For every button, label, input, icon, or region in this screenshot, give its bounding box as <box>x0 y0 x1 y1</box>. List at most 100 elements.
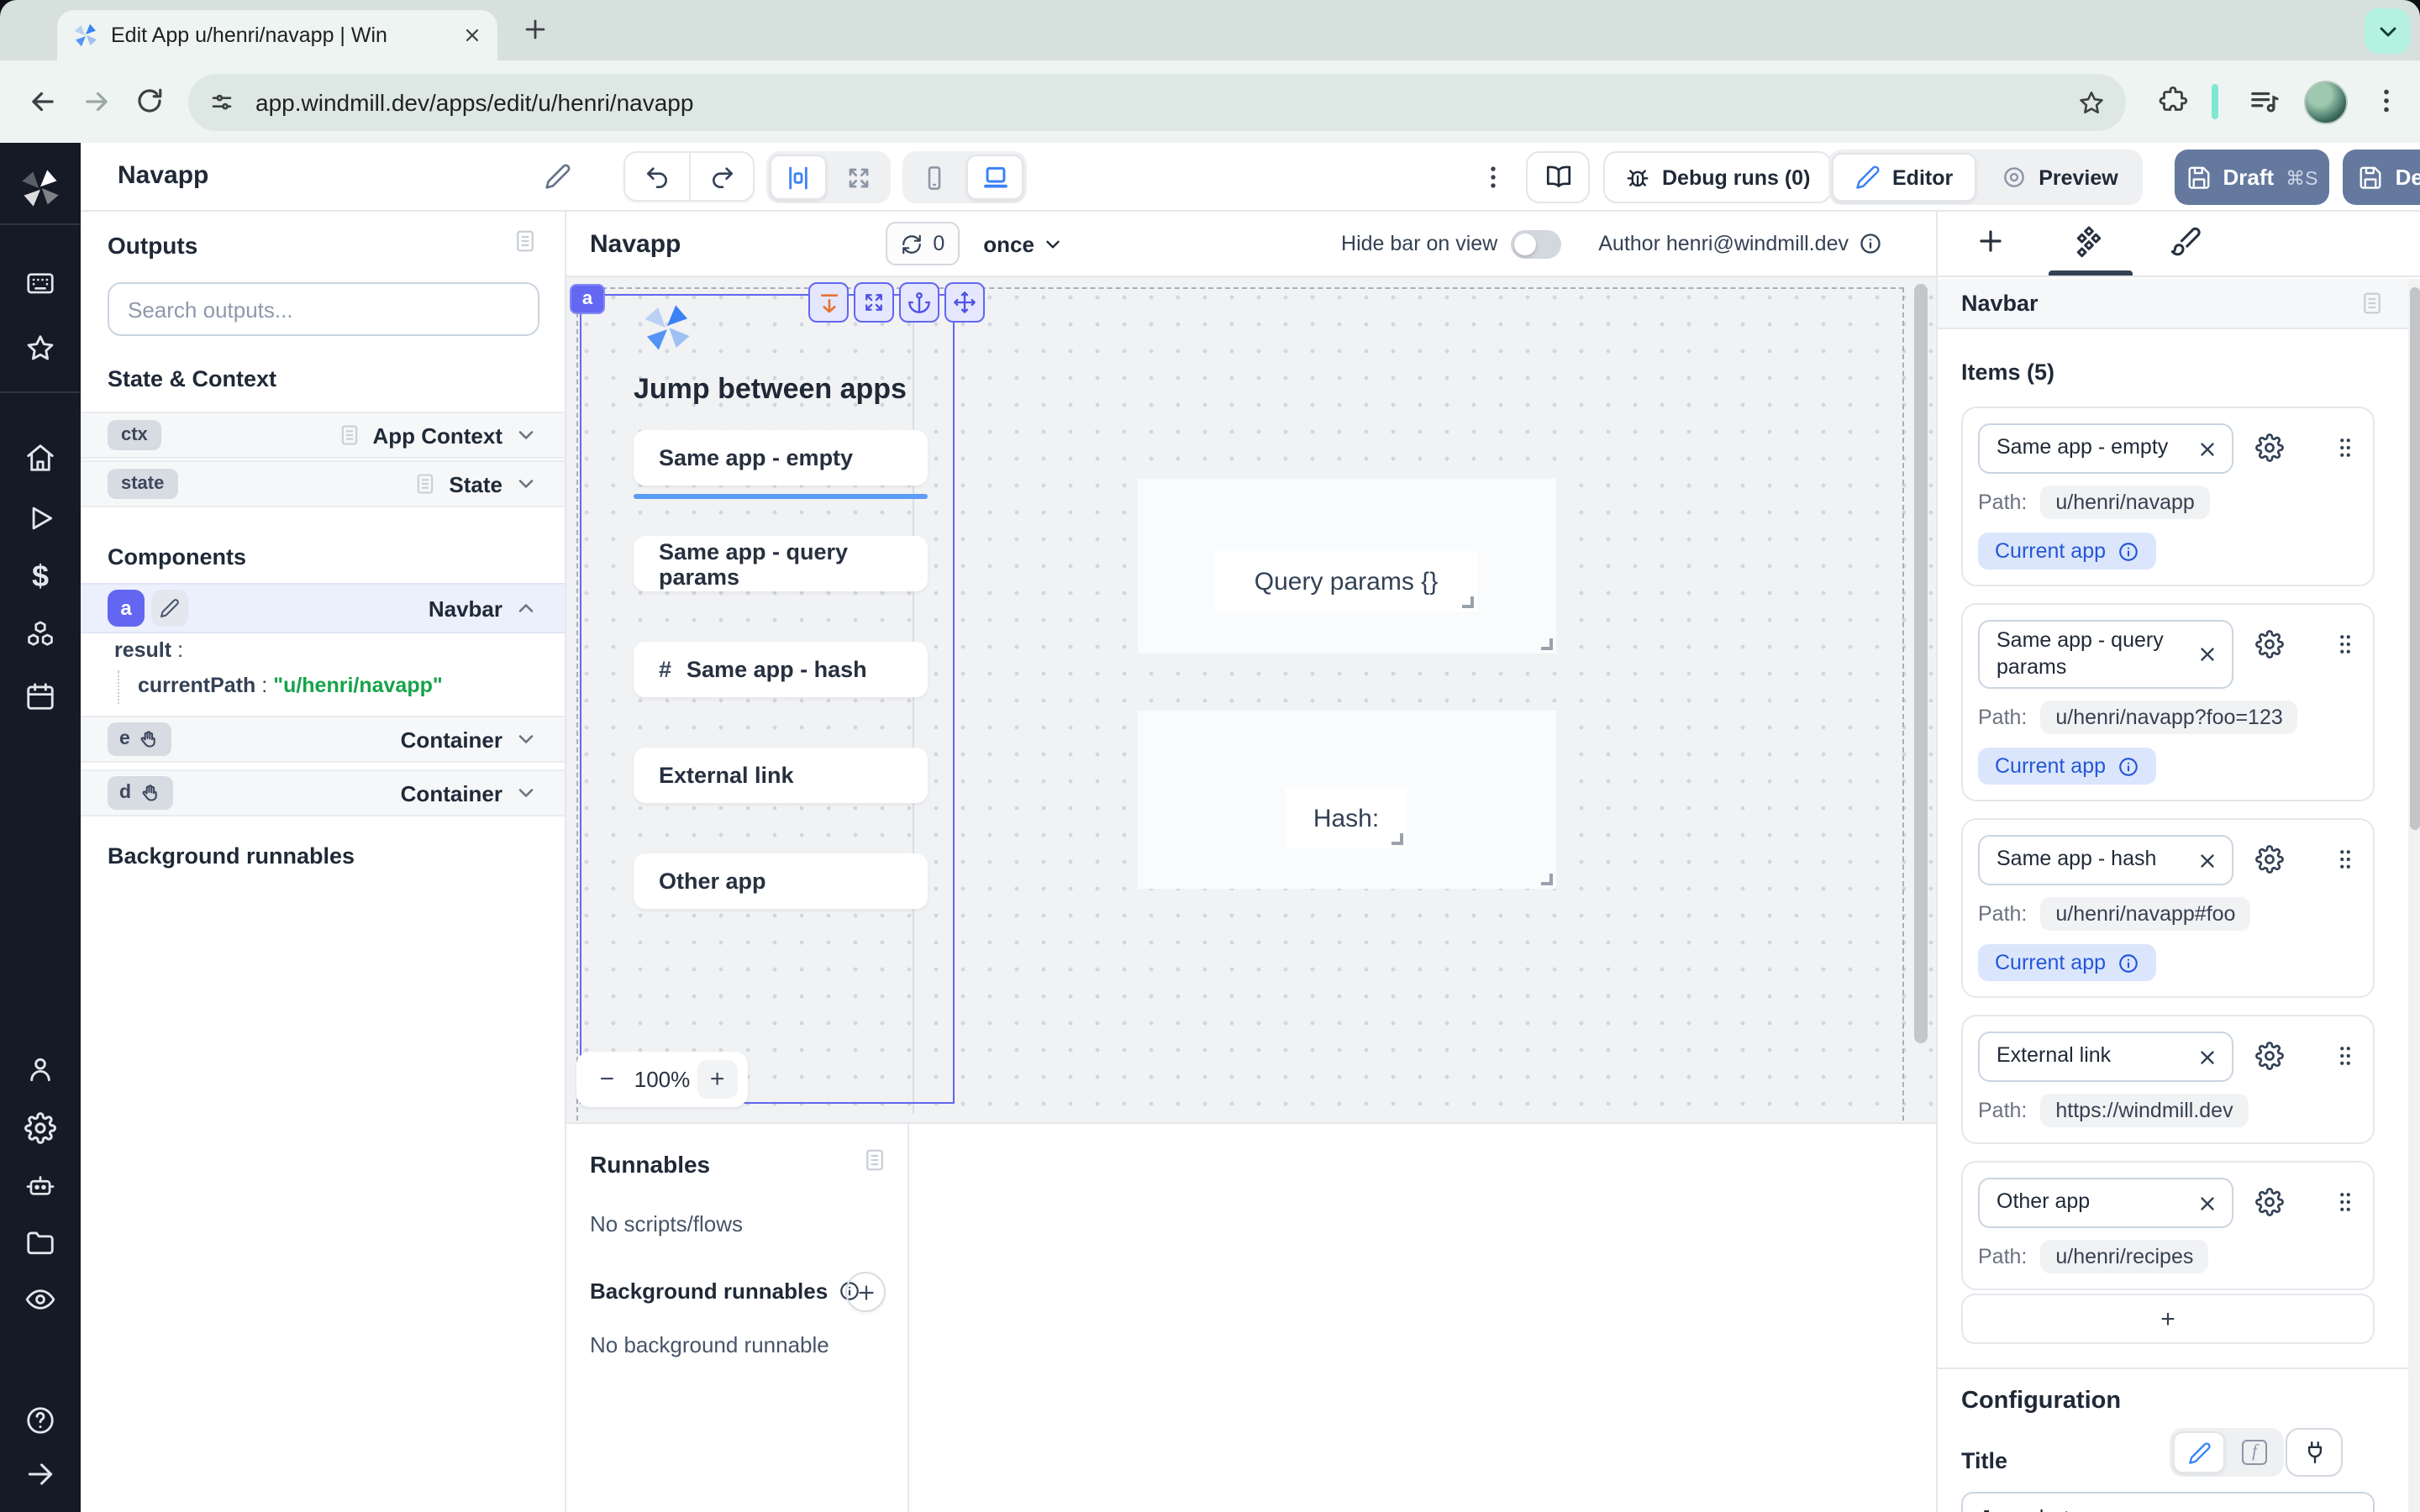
back-icon[interactable] <box>27 86 59 118</box>
item-label-input[interactable]: External link <box>1978 1032 2233 1083</box>
item-settings-gear-icon[interactable] <box>2255 1189 2284 1217</box>
item-path[interactable]: https://windmill.dev <box>2040 1095 2248 1128</box>
media-playlist-icon[interactable] <box>2249 86 2281 118</box>
component-doc-icon[interactable] <box>2360 291 2385 316</box>
mobile-view-button[interactable] <box>906 155 963 200</box>
window-chevron-button[interactable] <box>2365 8 2410 54</box>
draft-button[interactable]: Draft ⌘S <box>2175 150 2329 205</box>
rail-settings-gear-icon[interactable] <box>24 1112 56 1144</box>
item-drag-handle-icon[interactable] <box>2333 433 2358 462</box>
desktop-view-button[interactable] <box>966 155 1023 200</box>
rail-folders-icon[interactable] <box>24 1226 56 1258</box>
bookmark-star-icon[interactable] <box>2077 88 2106 117</box>
component-settings-tab-icon[interactable] <box>2072 225 2106 259</box>
zoom-out-button[interactable]: − <box>587 1060 628 1099</box>
windmill-logo-icon[interactable] <box>18 166 62 210</box>
app-canvas[interactable]: a Jump between apps Same app - empty Sam… <box>566 277 1936 1122</box>
toolbar-kebab-icon[interactable] <box>1479 163 1507 192</box>
item-settings-gear-icon[interactable] <box>2255 433 2284 462</box>
chevron-down-icon[interactable] <box>514 423 538 447</box>
site-settings-icon[interactable] <box>208 89 235 116</box>
chevron-down-icon[interactable] <box>514 781 538 805</box>
redo-button[interactable] <box>689 153 753 200</box>
clear-x-icon[interactable] <box>2196 643 2218 665</box>
zoom-in-button[interactable]: + <box>697 1060 738 1099</box>
navbar-nav-button[interactable]: Other app <box>634 853 928 909</box>
info-icon[interactable] <box>1859 232 1882 255</box>
undo-button[interactable] <box>625 153 689 200</box>
connect-input-button[interactable] <box>2286 1428 2343 1477</box>
item-path[interactable]: u/henri/navapp#foo <box>2040 898 2250 932</box>
item-label-input[interactable]: Same app - query params <box>1978 620 2233 690</box>
rename-pencil-icon[interactable] <box>544 163 571 190</box>
rail-help-question-icon[interactable] <box>24 1404 56 1436</box>
info-icon[interactable] <box>2118 540 2139 562</box>
docs-button[interactable] <box>1526 151 1590 203</box>
rail-users-person-icon[interactable] <box>24 1053 56 1085</box>
clear-x-icon[interactable] <box>2196 850 2218 872</box>
item-settings-gear-icon[interactable] <box>2255 1042 2284 1071</box>
hash-text[interactable]: Hash: <box>1286 788 1407 848</box>
component-e-badge[interactable]: e <box>108 722 172 756</box>
chevron-down-icon[interactable] <box>514 472 538 496</box>
component-navbar-row[interactable]: a Navbar <box>81 583 565 633</box>
item-label-input[interactable]: Other app <box>1978 1179 2233 1229</box>
panel-scrollbar[interactable] <box>2409 287 2419 830</box>
item-drag-handle-icon[interactable] <box>2333 1042 2358 1071</box>
ctx-row[interactable]: ctx App Context <box>81 412 565 459</box>
query-params-text[interactable]: Query params {} <box>1215 551 1477 612</box>
current-app-badge[interactable]: Current app <box>1978 748 2156 785</box>
rail-audit-eye-icon[interactable] <box>24 1284 56 1315</box>
query-params-container[interactable]: Query params {} <box>1138 479 1556 654</box>
component-container-d-row[interactable]: d Container <box>81 769 565 816</box>
info-icon[interactable] <box>2118 756 2139 778</box>
fullscreen-button[interactable] <box>854 282 894 323</box>
rail-favorites-star-icon[interactable] <box>24 333 56 365</box>
item-drag-handle-icon[interactable] <box>2333 846 2358 874</box>
info-icon[interactable] <box>2118 953 2139 974</box>
full-width-button[interactable] <box>830 155 887 200</box>
refresh-icon[interactable] <box>901 233 923 255</box>
static-value-button[interactable] <box>2173 1431 2225 1473</box>
add-item-button[interactable]: + <box>1961 1294 2375 1344</box>
outputs-doc-icon[interactable] <box>513 228 538 254</box>
item-label-input[interactable]: Same app - empty <box>1978 423 2233 474</box>
state-row[interactable]: state State <box>81 460 565 507</box>
item-settings-gear-icon[interactable] <box>2255 630 2284 659</box>
rail-collapse-arrow-icon[interactable] <box>24 1458 56 1490</box>
rail-home-icon[interactable] <box>24 442 56 474</box>
resize-handle[interactable] <box>1541 638 1553 650</box>
runnables-doc-icon[interactable] <box>862 1147 887 1173</box>
forward-icon[interactable] <box>81 86 113 118</box>
item-path[interactable]: u/henri/navapp?foo=123 <box>2040 701 2297 735</box>
refresh-counter[interactable]: 0 <box>886 222 960 265</box>
item-drag-handle-icon[interactable] <box>2333 630 2358 659</box>
rail-workers-robot-icon[interactable] <box>24 1169 56 1201</box>
search-outputs-input[interactable] <box>108 282 539 336</box>
browser-tab[interactable]: Edit App u/henri/navapp | Win <box>57 10 497 60</box>
rail-schedules-calendar-icon[interactable] <box>24 680 56 712</box>
item-path[interactable]: u/henri/navapp <box>2040 486 2209 519</box>
edit-id-button[interactable] <box>151 590 188 627</box>
debug-runs-button[interactable]: Debug runs (0) <box>1603 151 1832 203</box>
current-app-badge[interactable]: Current app <box>1978 533 2156 570</box>
schedule-dropdown[interactable]: once <box>983 231 1065 256</box>
expression-button[interactable]: f <box>2228 1431 2281 1473</box>
hash-container[interactable]: Hash: <box>1138 711 1556 889</box>
extensions-puzzle-icon[interactable] <box>2158 86 2188 116</box>
chevron-down-icon[interactable] <box>514 727 538 751</box>
navbar-nav-button[interactable]: Same app - query params <box>634 536 928 591</box>
resize-handle[interactable] <box>1541 874 1553 885</box>
url-text[interactable]: app.windmill.dev/apps/edit/u/henri/navap… <box>255 89 2057 116</box>
browser-menu-kebab-icon[interactable] <box>2371 86 2402 116</box>
item-label-input[interactable]: Same app - hash <box>1978 836 2233 886</box>
item-drag-handle-icon[interactable] <box>2333 1189 2358 1217</box>
expand-down-button[interactable] <box>808 282 849 323</box>
move-button[interactable] <box>944 282 985 323</box>
title-input[interactable] <box>1961 1492 2375 1512</box>
resize-handle[interactable] <box>1392 833 1403 845</box>
navbar-nav-button[interactable]: # Same app - hash <box>634 642 928 697</box>
hide-bar-toggle[interactable] <box>1511 229 1561 258</box>
resize-handle[interactable] <box>1462 596 1474 608</box>
component-d-badge[interactable]: d <box>108 776 173 810</box>
